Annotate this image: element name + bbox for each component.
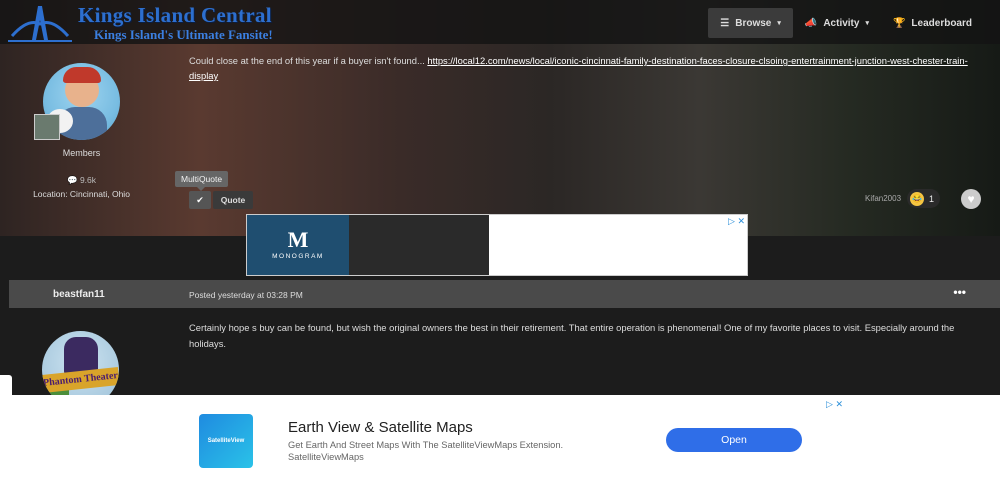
nav-leaderboard-label: Leaderboard [911,17,972,29]
check-icon: ✔ [196,195,204,205]
eiffel-tower-logo-icon [8,6,72,42]
reaction-summary[interactable]: 😂 1 [907,189,940,208]
nav-leaderboard[interactable]: 🏆 Leaderboard [881,8,984,38]
post-1: Members 💬 9.6k Location: Cincinnati, Ohi… [9,44,1000,236]
ad-description-text: Get Earth And Street Maps With The Satel… [288,440,564,450]
laughing-emoji-icon: 😂 [910,191,924,206]
member-group: Members [62,148,101,158]
nav-activity-label: Activity [823,17,860,29]
edge-widget[interactable] [0,375,12,395]
heart-react-button[interactable]: ♥ [961,189,981,209]
adchoices-icon[interactable]: ▷ ✕ [826,399,843,410]
adchoices-icon[interactable]: ▷ ✕ [728,216,745,227]
list-icon: ☰ [720,17,730,29]
ad-image [349,215,489,275]
quote-button[interactable]: Quote [213,191,253,209]
site-header: Kings Island Central Kings Island's Ulti… [0,0,1000,44]
site-tagline: Kings Island's Ultimate Fansite! [94,27,273,42]
nav-browse-label: Browse [735,17,772,29]
post-date[interactable]: Posted yesterday at 03:28 PM [189,290,303,300]
member-location: Location: Cincinnati, Ohio [33,189,130,199]
banner-ad[interactable]: M MONOGRAM ▷ ✕ [246,214,748,276]
post-text: Could close at the end of this year if a… [189,55,428,66]
post-count: 💬 9.6k [9,175,154,186]
rank-badge-icon [34,114,60,140]
ad-description: Get Earth And Street Maps With The Satel… [288,439,588,463]
open-button[interactable]: Open [666,428,802,452]
post-content: Could close at the end of this year if a… [189,53,969,83]
post-2-header: beastfan11 Posted yesterday at 03:28 PM … [9,280,1000,308]
main-nav: ☰ Browse ▾ 📣 Activity ▾ 🏆 Leaderboard [708,8,984,38]
nav-browse[interactable]: ☰ Browse ▾ [708,8,793,38]
ad-brand-mark: M [287,227,309,252]
bottom-ad-bar: SatelliteView Earth View & Satellite Map… [0,395,1000,483]
nav-activity[interactable]: 📣 Activity ▾ [793,8,881,38]
ad-headline[interactable]: Earth View & Satellite Maps [288,419,473,436]
reaction-user[interactable]: Kifan2003 [865,194,901,203]
post-count-value: 9.6k [79,175,97,185]
heart-icon: ♥ [967,192,975,206]
megaphone-icon: 📣 [804,17,818,29]
multiquote-tooltip: MultiQuote [175,171,229,191]
ad-brand-logo: M MONOGRAM [247,215,349,275]
ad-source: SatelliteViewMaps [288,452,364,462]
site-logo[interactable]: Kings Island Central Kings Island's Ulti… [8,2,276,42]
post-2: Certainly hope s buy can be found, but w… [9,308,1000,408]
chevron-down-icon: ▾ [777,20,781,27]
more-options-icon[interactable]: ••• [953,285,966,299]
multiquote-button[interactable]: ✔ [189,191,211,209]
site-title: Kings Island Central [78,3,272,27]
satellite-app-icon: SatelliteView [199,414,253,468]
trophy-icon: 🏆 [892,17,906,29]
post-text: Certainly hope s buy can be found, but w… [189,322,955,349]
avatar-hat [63,67,101,83]
post-author[interactable]: beastfan11 [53,289,105,300]
avatar-sign: Phantom Theater [42,367,119,393]
bottom-ad[interactable]: SatelliteView Earth View & Satellite Map… [150,395,845,483]
comment-icon: 💬 [66,175,78,185]
reaction-count: 1 [929,193,935,204]
ad-brand-name: MONOGRAM [272,253,324,260]
chevron-down-icon: ▾ [865,20,869,27]
